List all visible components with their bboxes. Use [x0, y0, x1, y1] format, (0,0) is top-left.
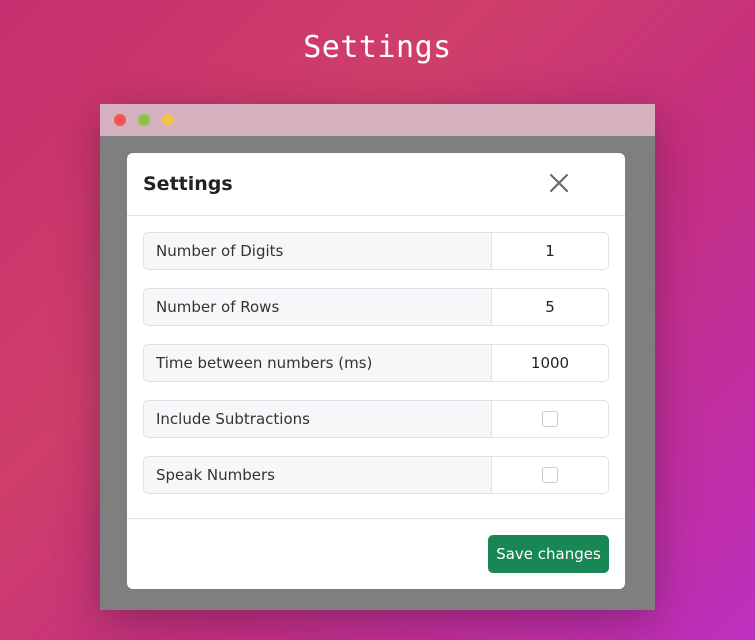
app-window: Settings Number of Digits Number of Rows	[100, 104, 655, 610]
subtractions-checkbox[interactable]	[542, 411, 558, 427]
close-button[interactable]	[545, 169, 573, 197]
subtractions-row: Include Subtractions	[143, 400, 609, 438]
speak-checkbox[interactable]	[542, 467, 558, 483]
rows-label: Number of Rows	[144, 289, 492, 325]
close-icon	[550, 174, 568, 192]
digits-input[interactable]	[492, 233, 608, 269]
modal-footer: Save changes	[127, 518, 625, 589]
digits-row: Number of Digits	[143, 232, 609, 270]
time-label: Time between numbers (ms)	[144, 345, 492, 381]
window-minimize-dot[interactable]	[138, 114, 150, 126]
modal-title: Settings	[143, 173, 233, 195]
speak-row: Speak Numbers	[143, 456, 609, 494]
rows-input[interactable]	[492, 289, 608, 325]
page-title: Settings	[303, 30, 452, 65]
time-input[interactable]	[492, 345, 608, 381]
time-row: Time between numbers (ms)	[143, 344, 609, 382]
settings-modal: Settings Number of Digits Number of Rows	[127, 153, 625, 589]
window-titlebar	[100, 104, 655, 136]
window-close-dot[interactable]	[114, 114, 126, 126]
rows-row: Number of Rows	[143, 288, 609, 326]
save-changes-button[interactable]: Save changes	[488, 535, 609, 573]
window-maximize-dot[interactable]	[162, 114, 174, 126]
modal-body: Number of Digits Number of Rows Time bet…	[127, 216, 625, 494]
modal-header: Settings	[127, 153, 625, 216]
speak-label: Speak Numbers	[144, 457, 492, 493]
digits-label: Number of Digits	[144, 233, 492, 269]
subtractions-label: Include Subtractions	[144, 401, 492, 437]
